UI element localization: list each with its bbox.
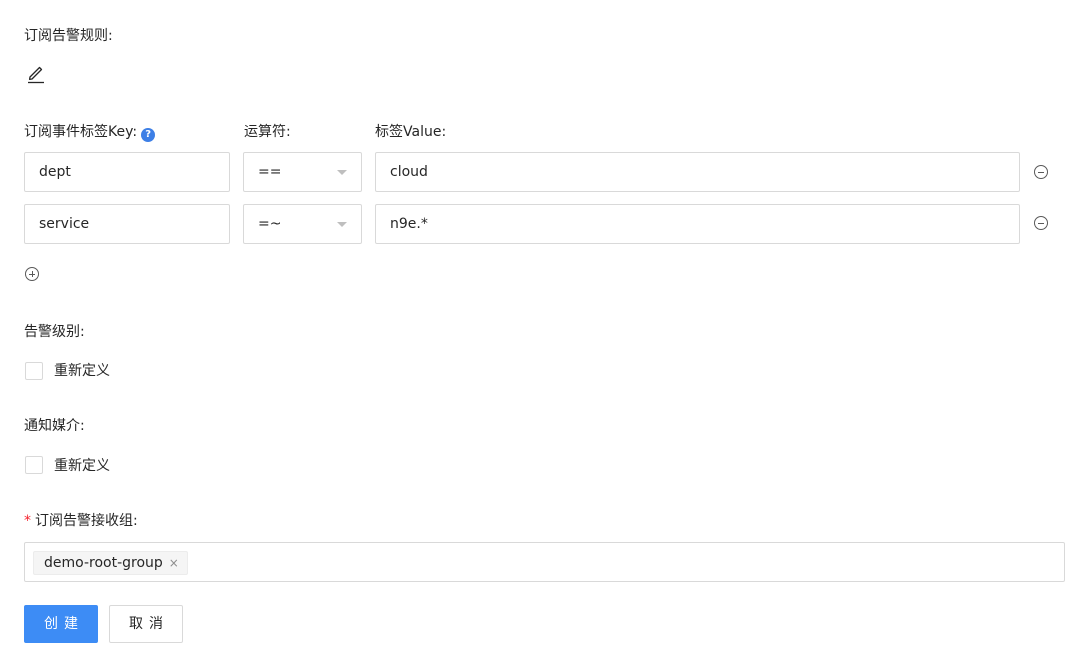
subscribe-rule-form: 订阅告警规则: 订阅事件标签Key:? 运算符: 标签Value: dept =… [0, 0, 1080, 662]
receiver-groups-label-text: 订阅告警接收组: [35, 513, 138, 529]
operator-select-value: =~ [258, 216, 282, 232]
edit-pencil-icon[interactable] [25, 62, 47, 84]
notify-channel-redefine-checkbox[interactable] [25, 456, 43, 474]
notify-channel-redefine-label[interactable]: 重新定义 [54, 456, 110, 476]
question-circle-icon[interactable]: ? [141, 128, 156, 142]
receiver-group-tag: demo-root-group × [33, 551, 188, 575]
tag-value-input[interactable]: n9e.* [375, 204, 1020, 244]
cancel-button[interactable]: 取消 [109, 605, 183, 643]
operator-header: 运算符: [244, 124, 291, 140]
rule-section-label: 订阅告警规则: [24, 28, 113, 44]
tag-value-header: 标签Value: [375, 124, 447, 140]
operator-select[interactable]: == [243, 152, 362, 192]
caret-down-icon [337, 222, 347, 227]
tag-key-input[interactable]: service [24, 204, 230, 244]
receiver-groups-label: * 订阅告警接收组: [24, 511, 138, 531]
plus-circle-icon[interactable] [25, 267, 39, 281]
notify-channel-label: 通知媒介: [24, 418, 85, 434]
tag-key-header: 订阅事件标签Key:? [24, 122, 156, 142]
severity-redefine-checkbox[interactable] [25, 362, 43, 380]
severity-redefine-label[interactable]: 重新定义 [54, 361, 110, 381]
tag-key-input[interactable]: dept [24, 152, 230, 192]
operator-select-value: == [258, 164, 282, 180]
operator-select[interactable]: =~ [243, 204, 362, 244]
receiver-groups-select[interactable]: demo-root-group × [24, 542, 1065, 582]
close-icon[interactable]: × [169, 552, 179, 574]
tag-key-header-text: 订阅事件标签Key: [24, 124, 138, 140]
tag-value-input[interactable]: cloud [375, 152, 1020, 192]
receiver-group-tag-label: demo-root-group [44, 555, 163, 571]
caret-down-icon [337, 170, 347, 175]
required-mark: * [24, 513, 31, 529]
severity-label: 告警级别: [24, 324, 85, 340]
minus-circle-icon[interactable] [1034, 216, 1048, 230]
create-button[interactable]: 创建 [24, 605, 98, 643]
minus-circle-icon[interactable] [1034, 165, 1048, 179]
